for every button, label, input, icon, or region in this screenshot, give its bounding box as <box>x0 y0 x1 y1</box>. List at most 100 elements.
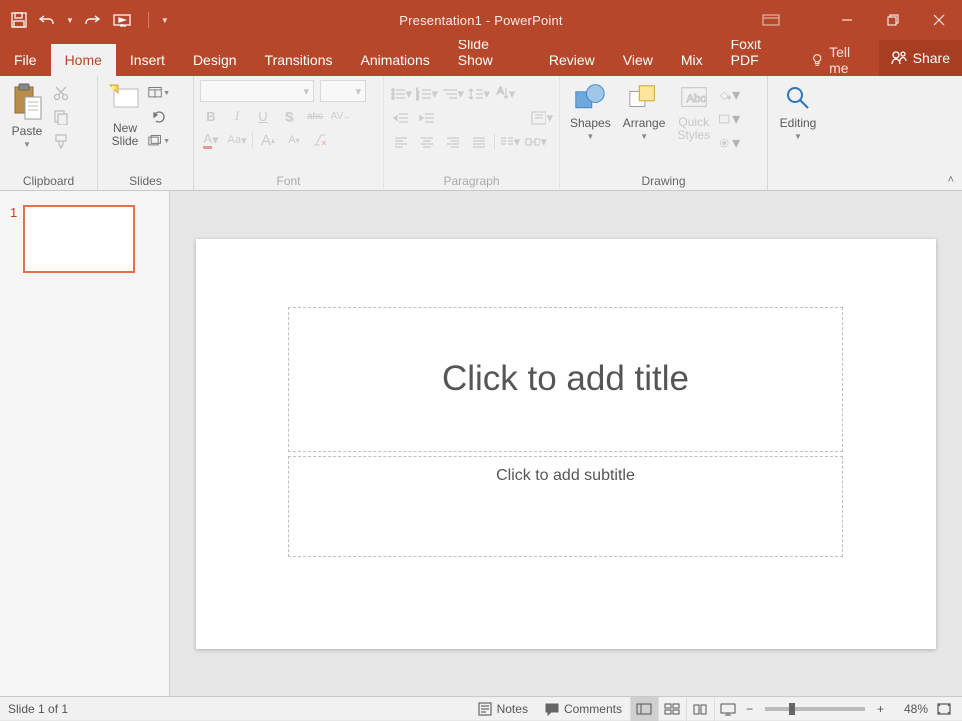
drawing-group-label: Drawing <box>566 171 761 190</box>
clear-formatting-icon[interactable] <box>309 130 331 150</box>
reading-view-icon[interactable] <box>686 697 714 721</box>
tab-home[interactable]: Home <box>51 44 116 76</box>
increase-font-button[interactable]: A▴ <box>257 130 279 150</box>
font-name-combo[interactable]: ▾ <box>200 80 314 102</box>
format-painter-icon[interactable] <box>50 130 72 152</box>
slideshow-view-icon[interactable] <box>714 697 742 721</box>
text-shadow-button[interactable]: S <box>278 106 300 126</box>
save-icon[interactable] <box>10 11 28 29</box>
tab-view[interactable]: View <box>609 44 667 76</box>
slide-sorter-view-icon[interactable] <box>658 697 686 721</box>
font-color-button[interactable]: A▾ <box>200 130 222 150</box>
fit-to-window-icon[interactable] <box>928 697 954 720</box>
undo-icon[interactable] <box>38 11 56 29</box>
align-text-icon[interactable]: ▾ <box>531 108 553 128</box>
decrease-font-button[interactable]: A▾ <box>283 130 305 150</box>
new-slide-button[interactable]: New Slide <box>104 80 146 152</box>
list-level-icon[interactable]: ▾ <box>442 84 464 104</box>
ribbon-display-options-icon[interactable] <box>756 0 786 40</box>
zoom-slider[interactable] <box>765 707 865 711</box>
quick-styles-button[interactable]: Abc Quick Styles <box>673 80 714 154</box>
qat-divider <box>148 12 149 28</box>
layout-icon[interactable]: ▼ <box>148 82 170 104</box>
text-direction-icon[interactable]: A▾ <box>494 84 516 104</box>
decrease-indent-icon[interactable] <box>390 108 412 128</box>
shapes-label: Shapes <box>570 116 611 130</box>
close-icon[interactable] <box>916 0 962 40</box>
align-right-icon[interactable] <box>442 132 464 152</box>
change-case-button[interactable]: Aa▾ <box>226 130 248 150</box>
group-paragraph: ▾ 123▾ ▾ ▾ A▾ ▾ ▾ ▾ Paragrap <box>384 76 560 190</box>
group-editing: Editing ▼ <box>768 76 828 190</box>
group-slides: New Slide ▼ ▼ Slides <box>98 76 194 190</box>
slide-canvas[interactable]: Click to add title Click to add subtitle <box>196 239 936 649</box>
justify-icon[interactable] <box>468 132 490 152</box>
quick-styles-label: Quick Styles <box>677 116 710 142</box>
undo-dropdown-icon[interactable]: ▼ <box>66 16 74 25</box>
paste-button[interactable]: Paste ▼ <box>6 80 48 152</box>
char-spacing-button[interactable]: AV↔ <box>330 106 352 126</box>
reset-icon[interactable] <box>148 106 170 128</box>
group-drawing: Shapes ▼ Arrange ▼ Abc Quick Styles ▾ ▾ … <box>560 76 768 190</box>
comments-label: Comments <box>564 702 622 716</box>
strikethrough-button[interactable]: abc <box>304 106 326 126</box>
section-icon[interactable]: ▼ <box>148 130 170 152</box>
quick-access-toolbar: ▼ ▼ <box>0 11 169 29</box>
shape-outline-icon[interactable]: ▾ <box>718 108 740 130</box>
zoom-level[interactable]: 48% <box>888 702 928 716</box>
share-icon <box>891 50 907 66</box>
qat-customize-icon[interactable]: ▼ <box>161 16 169 25</box>
share-label: Share <box>913 50 950 66</box>
tab-review[interactable]: Review <box>535 44 609 76</box>
ribbon: Paste ▼ Clipboard New Slide ▼ ▼ Slides <box>0 76 962 191</box>
zoom-out-button[interactable]: − <box>742 697 757 720</box>
tell-me-search[interactable]: Tell me <box>801 44 879 76</box>
zoom-thumb[interactable] <box>789 703 795 715</box>
slide-thumbnail-1[interactable] <box>23 205 135 273</box>
group-font: ▾ ▾ B I U S abc AV↔ A▾ Aa▾ A▴ A▾ Font <box>194 76 384 190</box>
numbering-icon[interactable]: 123▾ <box>416 84 438 104</box>
cut-icon[interactable] <box>50 82 72 104</box>
minimize-icon[interactable] <box>824 0 870 40</box>
normal-view-icon[interactable] <box>630 697 658 721</box>
redo-icon[interactable] <box>84 11 102 29</box>
zoom-in-button[interactable]: + <box>873 697 888 720</box>
restore-icon[interactable] <box>870 0 916 40</box>
align-left-icon[interactable] <box>390 132 412 152</box>
lightbulb-icon <box>811 53 823 67</box>
collapse-ribbon-icon[interactable]: ˄ <box>948 174 954 186</box>
smartart-icon[interactable]: ▾ <box>525 132 547 152</box>
comments-button[interactable]: Comments <box>536 697 630 720</box>
tab-mix[interactable]: Mix <box>667 44 717 76</box>
slide-thumbnail-pane[interactable]: 1 <box>0 191 170 696</box>
window-controls <box>824 0 962 40</box>
tab-transitions[interactable]: Transitions <box>251 44 347 76</box>
increase-indent-icon[interactable] <box>416 108 438 128</box>
subtitle-placeholder[interactable]: Click to add subtitle <box>288 456 843 557</box>
shapes-button[interactable]: Shapes ▼ <box>566 80 615 154</box>
tab-animations[interactable]: Animations <box>346 44 443 76</box>
underline-button[interactable]: U <box>252 106 274 126</box>
line-spacing-icon[interactable]: ▾ <box>468 84 490 104</box>
columns-icon[interactable]: ▾ <box>499 132 521 152</box>
slide-canvas-area[interactable]: Click to add title Click to add subtitle <box>170 191 962 696</box>
start-from-beginning-icon[interactable] <box>112 11 136 29</box>
arrange-button[interactable]: Arrange ▼ <box>619 80 670 154</box>
share-button[interactable]: Share <box>879 40 962 76</box>
svg-text:Abc: Abc <box>686 93 706 105</box>
shape-fill-icon[interactable]: ▾ <box>718 84 740 106</box>
align-center-icon[interactable] <box>416 132 438 152</box>
bullets-icon[interactable]: ▾ <box>390 84 412 104</box>
slide-counter[interactable]: Slide 1 of 1 <box>8 702 68 716</box>
title-placeholder[interactable]: Click to add title <box>288 307 843 452</box>
bold-button[interactable]: B <box>200 106 222 126</box>
italic-button[interactable]: I <box>226 106 248 126</box>
editing-button[interactable]: Editing ▼ <box>774 80 822 143</box>
notes-button[interactable]: Notes <box>469 697 536 720</box>
tab-design[interactable]: Design <box>179 44 251 76</box>
copy-icon[interactable] <box>50 106 72 128</box>
shape-effects-icon[interactable]: ▾ <box>718 132 740 154</box>
font-size-combo[interactable]: ▾ <box>320 80 366 102</box>
tab-insert[interactable]: Insert <box>116 44 179 76</box>
tab-file[interactable]: File <box>0 44 51 76</box>
